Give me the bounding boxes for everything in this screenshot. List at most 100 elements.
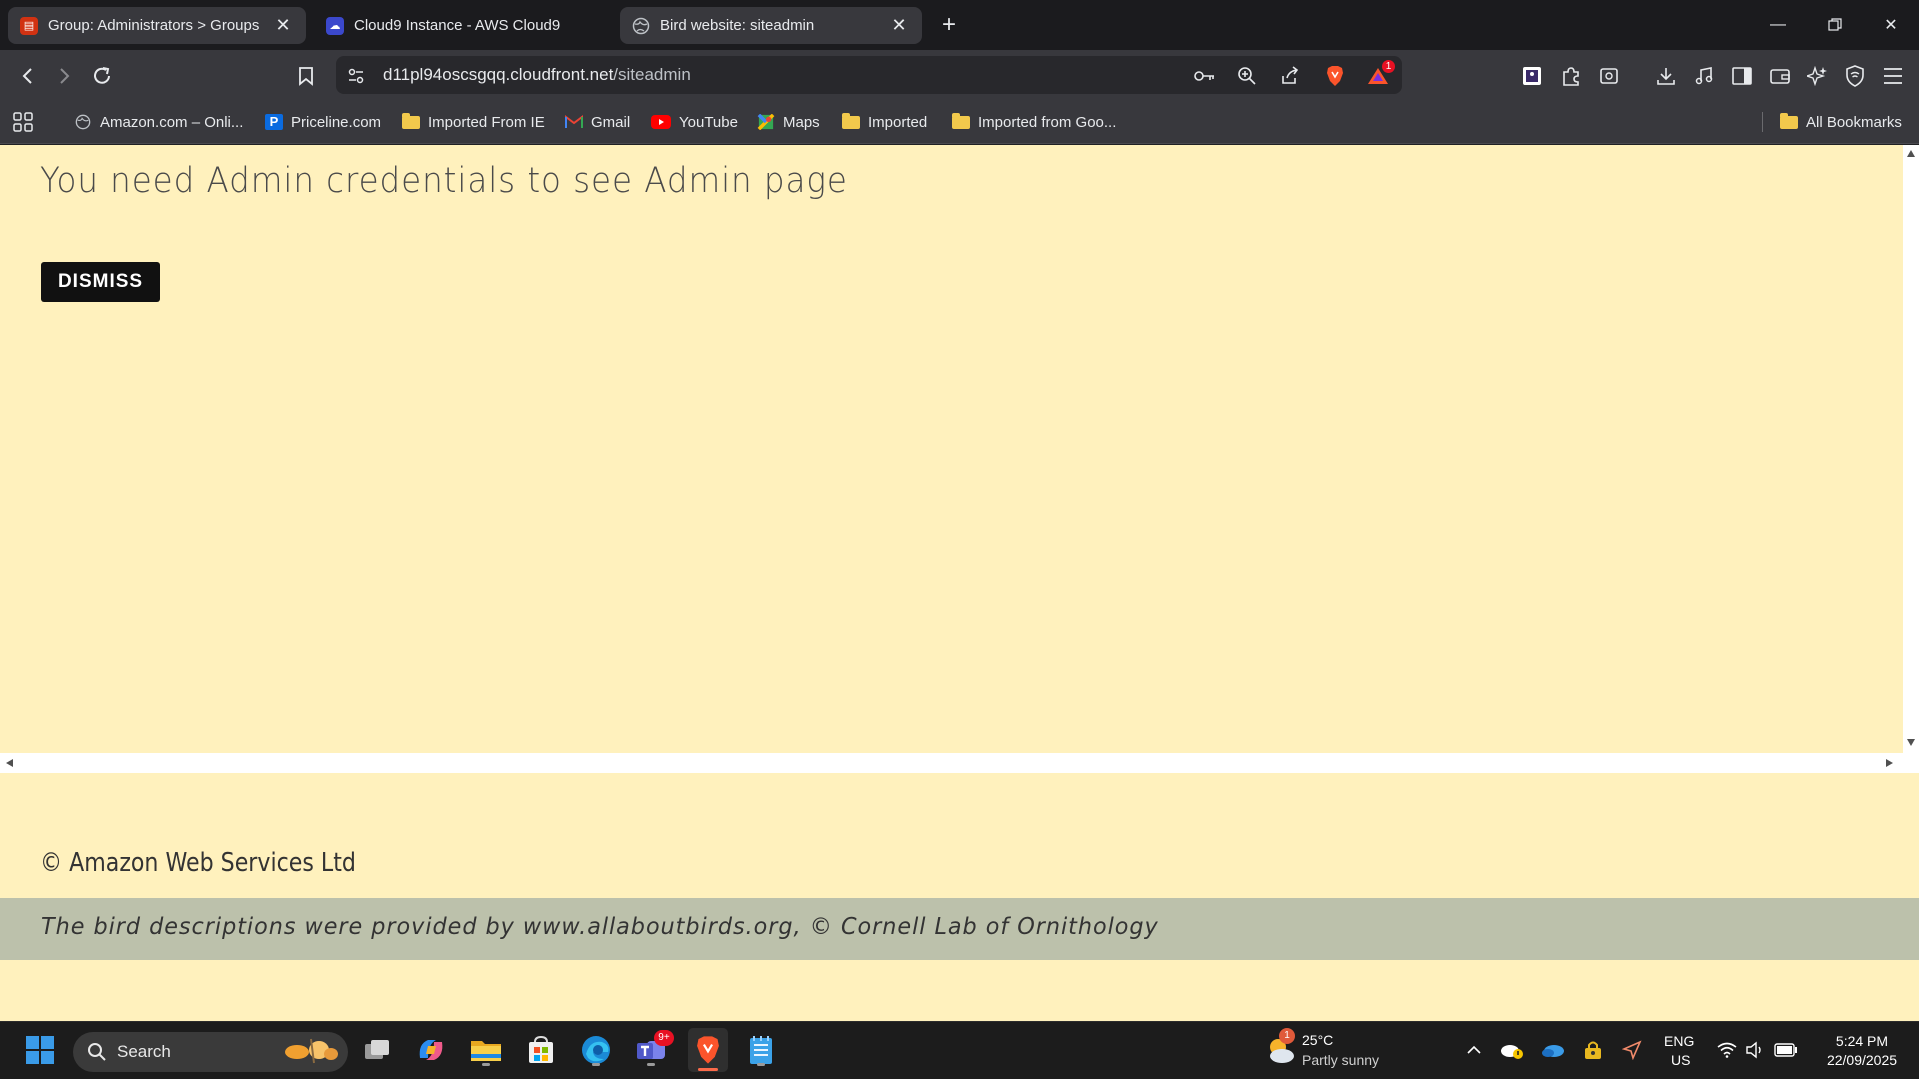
- clock-date[interactable]: 22/09/2025: [1814, 1051, 1910, 1070]
- aws-iam-icon: ▤: [20, 16, 38, 35]
- cloud9-icon: ☁: [326, 16, 344, 35]
- tab-bird-website[interactable]: Bird website: siteadmin ✕: [620, 7, 922, 44]
- microsoft-store-icon[interactable]: [523, 1032, 559, 1068]
- site-info-icon[interactable]: [342, 62, 370, 90]
- bookmark-page-button[interactable]: [292, 62, 320, 90]
- bookmark-label: Priceline.com: [291, 113, 382, 131]
- vpn-lock-icon[interactable]: [1575, 1032, 1611, 1068]
- notepad-icon[interactable]: [743, 1032, 779, 1068]
- language-line1[interactable]: ENG: [1664, 1032, 1694, 1051]
- url-text: d11pl94oscsgqq.cloudfront.net/siteadmin: [383, 63, 691, 87]
- weather-temp[interactable]: 25°C: [1302, 1031, 1333, 1050]
- chevron-up-icon[interactable]: [1456, 1032, 1492, 1068]
- tab-iam-groups[interactable]: ▤ Group: Administrators > Groups ✕: [8, 7, 306, 44]
- horizontal-scrollbar[interactable]: [0, 753, 1903, 773]
- close-window-button[interactable]: ✕: [1862, 0, 1919, 50]
- clock-time[interactable]: 5:24 PM: [1822, 1032, 1902, 1051]
- onedrive-icon[interactable]: [1535, 1032, 1571, 1068]
- language-line2[interactable]: US: [1671, 1051, 1690, 1070]
- bookmark-label: Imported From IE: [428, 113, 545, 131]
- bookmark-youtube[interactable]: YouTube: [651, 110, 738, 134]
- page-viewport: You need Admin credentials to see Admin …: [0, 145, 1919, 1021]
- downloads-icon[interactable]: [1652, 62, 1680, 90]
- minimize-button[interactable]: —: [1749, 0, 1807, 50]
- running-indicator: [647, 1063, 655, 1066]
- folder-icon: [952, 112, 970, 129]
- tab-title: Group: Administrators > Groups: [48, 17, 260, 34]
- bookmarks-divider: [1762, 112, 1763, 132]
- windows-taskbar: Search 9+ 1 25°C Partly sunny ENG US 5:2…: [0, 1021, 1919, 1079]
- close-icon[interactable]: ✕: [888, 15, 910, 36]
- tab-strip: ▤ Group: Administrators > Groups ✕ ☁ Clo…: [0, 0, 1919, 50]
- zoom-icon[interactable]: [1233, 62, 1261, 90]
- copyright-text: © Amazon Web Services Ltd: [40, 848, 356, 878]
- scrollbar-corner: [1903, 753, 1919, 773]
- restore-button[interactable]: [1806, 0, 1864, 50]
- close-icon[interactable]: ✕: [272, 15, 294, 36]
- bookmark-priceline[interactable]: P Priceline.com: [265, 110, 381, 134]
- back-button[interactable]: [14, 62, 42, 90]
- tab-cloud9[interactable]: ☁ Cloud9 Instance - AWS Cloud9: [314, 7, 614, 44]
- bookmark-amazon[interactable]: Amazon.com – Onli...: [74, 110, 243, 134]
- puzzle-extensions-icon[interactable]: [1557, 62, 1585, 90]
- weather-condition[interactable]: Partly sunny: [1302, 1051, 1379, 1070]
- url-host: d11pl94oscsgqq.cloudfront.net: [383, 65, 614, 84]
- brave-taskbar-icon[interactable]: [688, 1028, 728, 1072]
- vpn-icon[interactable]: [1841, 62, 1869, 90]
- scroll-right-icon[interactable]: [1886, 759, 1893, 767]
- share-icon[interactable]: [1276, 62, 1304, 90]
- sidebar-icon[interactable]: [1728, 62, 1756, 90]
- folder-icon: [402, 112, 420, 129]
- extension-icon[interactable]: [1518, 62, 1546, 90]
- all-bookmarks-button[interactable]: All Bookmarks: [1780, 110, 1902, 134]
- dismiss-button[interactable]: DISMISS: [41, 262, 160, 302]
- leo-ai-icon[interactable]: [1803, 62, 1831, 90]
- forward-button[interactable]: [50, 62, 78, 90]
- edge-icon[interactable]: [578, 1032, 614, 1068]
- battery-icon[interactable]: [1768, 1032, 1804, 1068]
- scroll-down-icon[interactable]: [1907, 739, 1915, 746]
- bookmark-label: Imported: [868, 113, 928, 131]
- running-indicator: [757, 1063, 765, 1066]
- copilot-icon[interactable]: [413, 1032, 449, 1068]
- all-bookmarks-label: All Bookmarks: [1806, 113, 1902, 131]
- bookmark-imported-from-google[interactable]: Imported from Goo...: [952, 110, 1116, 134]
- bookmark-label: Maps: [783, 113, 820, 131]
- location-icon[interactable]: [1614, 1032, 1650, 1068]
- bookmark-label: Gmail: [591, 113, 631, 131]
- bookmark-imported[interactable]: Imported: [842, 110, 927, 134]
- bookmark-maps[interactable]: Maps: [757, 110, 820, 134]
- windows-start-icon[interactable]: [22, 1032, 58, 1068]
- new-tab-button[interactable]: +: [935, 11, 963, 39]
- maps-icon: [757, 114, 775, 130]
- bookmarks-bar: Amazon.com – Onli... P Priceline.com Imp…: [0, 100, 1919, 144]
- scroll-left-icon[interactable]: [6, 759, 13, 767]
- running-indicator: [482, 1063, 490, 1066]
- bookmark-imported-from-ie[interactable]: Imported From IE: [402, 110, 545, 134]
- teams-badge: 9+: [654, 1030, 674, 1046]
- onedrive-warning-icon[interactable]: [1494, 1032, 1530, 1068]
- scroll-up-icon[interactable]: [1907, 150, 1915, 157]
- folder-icon: [842, 112, 860, 129]
- tab-title: Bird website: siteadmin: [660, 17, 815, 34]
- vertical-scrollbar[interactable]: [1903, 145, 1919, 753]
- file-explorer-icon[interactable]: [468, 1032, 504, 1068]
- reader-mode-icon[interactable]: [1595, 62, 1623, 90]
- priceline-icon: P: [265, 114, 283, 130]
- search-icon: [88, 1043, 106, 1061]
- brave-shields-icon[interactable]: [1321, 62, 1349, 90]
- media-icon[interactable]: [1690, 62, 1718, 90]
- taskbar-search[interactable]: Search: [73, 1032, 348, 1072]
- page-title: You need Admin credentials to see Admin …: [40, 161, 848, 201]
- bookmark-gmail[interactable]: Gmail: [565, 110, 630, 134]
- wallet-icon[interactable]: [1766, 62, 1794, 90]
- bookmark-label: Imported from Goo...: [978, 113, 1117, 131]
- weather-badge: 1: [1279, 1028, 1295, 1044]
- gmail-icon: [565, 115, 583, 128]
- reload-button[interactable]: [88, 62, 116, 90]
- menu-icon[interactable]: [1879, 62, 1907, 90]
- admin-frame: You need Admin credentials to see Admin …: [0, 145, 1919, 773]
- password-key-icon[interactable]: [1191, 62, 1219, 90]
- task-view-icon[interactable]: [359, 1032, 395, 1068]
- apps-grid-icon[interactable]: [13, 110, 33, 134]
